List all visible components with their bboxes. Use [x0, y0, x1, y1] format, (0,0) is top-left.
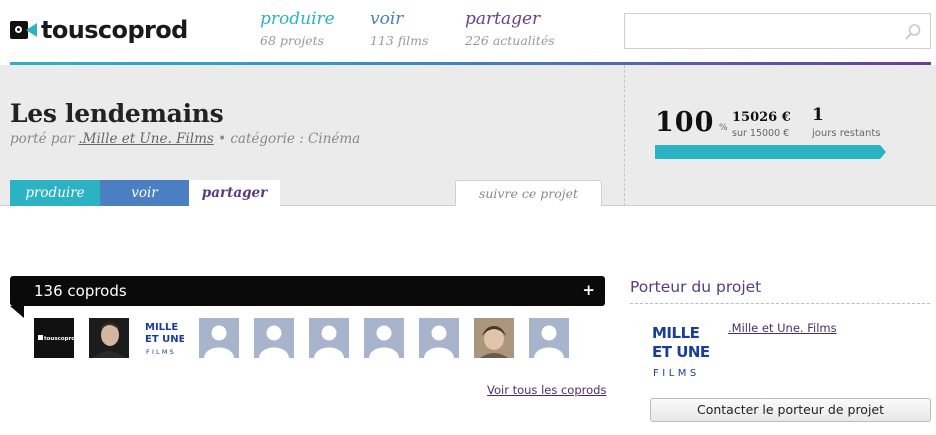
user-photo-avatar[interactable] — [89, 318, 129, 358]
default-user-avatar[interactable] — [529, 318, 569, 358]
svg-text:touscoprod: touscoprod — [44, 336, 74, 342]
touscoprod-avatar[interactable]: touscoprod — [34, 318, 74, 358]
nav-item-produire[interactable]: produire 68 projets — [260, 9, 335, 48]
nav-partager-count: 226 actualités — [465, 33, 555, 48]
default-user-avatar[interactable] — [309, 318, 349, 358]
site-logo[interactable]: touscoprod — [10, 17, 188, 43]
camera-logo-icon — [10, 20, 37, 40]
mille-et-une-films-avatar[interactable]: MILLE ET UNE FILMS — [144, 318, 184, 358]
percent-sign: % — [719, 123, 728, 133]
funding-progress-bar — [655, 145, 886, 159]
days-left-label: jours restants — [812, 128, 881, 139]
project-owner-link[interactable]: .Mille et Une. Films — [78, 131, 213, 147]
porteur-logo-line-2: ET UNE — [652, 343, 710, 361]
funding-percent: 100 — [655, 107, 715, 138]
nav-produire-title[interactable]: produire — [260, 9, 335, 30]
expand-coprods-button[interactable]: + — [582, 281, 595, 299]
porteur-title: Porteur du projet — [630, 278, 762, 296]
project-meta: porté par .Mille et Une. Films • catégor… — [10, 131, 360, 147]
default-user-avatar[interactable] — [419, 318, 459, 358]
svg-text:FILMS: FILMS — [146, 348, 176, 356]
progress-fill — [655, 145, 886, 159]
band-divider — [624, 65, 625, 206]
porteur-name-link[interactable]: .Mille et Une. Films — [728, 321, 837, 335]
default-user-avatar[interactable] — [199, 318, 239, 358]
funding-goal: sur 15000 € — [732, 128, 790, 139]
logo-text: touscoprod — [41, 16, 188, 44]
funding-raised: 15026 € — [732, 110, 791, 125]
user-photo-avatar[interactable] — [474, 318, 514, 358]
days-left: 1 — [812, 105, 824, 125]
coprods-header: 136 coprods + — [10, 276, 605, 318]
meta-prefix: porté par — [10, 131, 79, 147]
contact-owner-button[interactable]: Contacter le porteur de projet — [650, 398, 931, 422]
mille-et-une-films-logo[interactable]: MILLE ET UNE FILMS — [650, 322, 712, 380]
nav-item-voir[interactable]: voir 113 films — [370, 9, 428, 48]
default-user-avatar[interactable] — [254, 318, 294, 358]
project-header: Les lendemains porté par .Mille et Une. … — [0, 65, 936, 206]
search-icon[interactable] — [904, 23, 922, 41]
tab-produire[interactable]: produire — [10, 180, 100, 206]
nav-voir-title[interactable]: voir — [370, 9, 428, 30]
svg-text:ET UNE: ET UNE — [145, 334, 184, 345]
tab-partager[interactable]: partager — [189, 180, 280, 206]
porteur-divider — [630, 303, 930, 304]
nav-produire-count: 68 projets — [260, 33, 325, 48]
nav-partager-title[interactable]: partager — [465, 9, 555, 30]
follow-project-button[interactable]: suivre ce projet — [455, 180, 602, 206]
project-title: Les lendemains — [10, 99, 224, 128]
meta-category: • catégorie : Cinéma — [213, 131, 361, 147]
svg-text:MILLE: MILLE — [145, 322, 178, 333]
porteur-logo-line-3: FILMS — [653, 368, 700, 379]
tab-voir[interactable]: voir — [100, 180, 189, 206]
default-user-avatar[interactable] — [364, 318, 404, 358]
see-all-coprods-link[interactable]: Voir tous les coprods — [487, 383, 606, 397]
nav-voir-count: 113 films — [370, 33, 429, 48]
porteur-logo-line-1: MILLE — [652, 324, 700, 342]
search-input[interactable] — [625, 14, 895, 48]
site-header: touscoprod produire 68 projets voir 113 … — [0, 0, 936, 64]
search-box — [624, 13, 931, 49]
nav-item-partager[interactable]: partager 226 actualités — [465, 9, 555, 48]
coprods-count: 136 coprods — [34, 282, 127, 300]
